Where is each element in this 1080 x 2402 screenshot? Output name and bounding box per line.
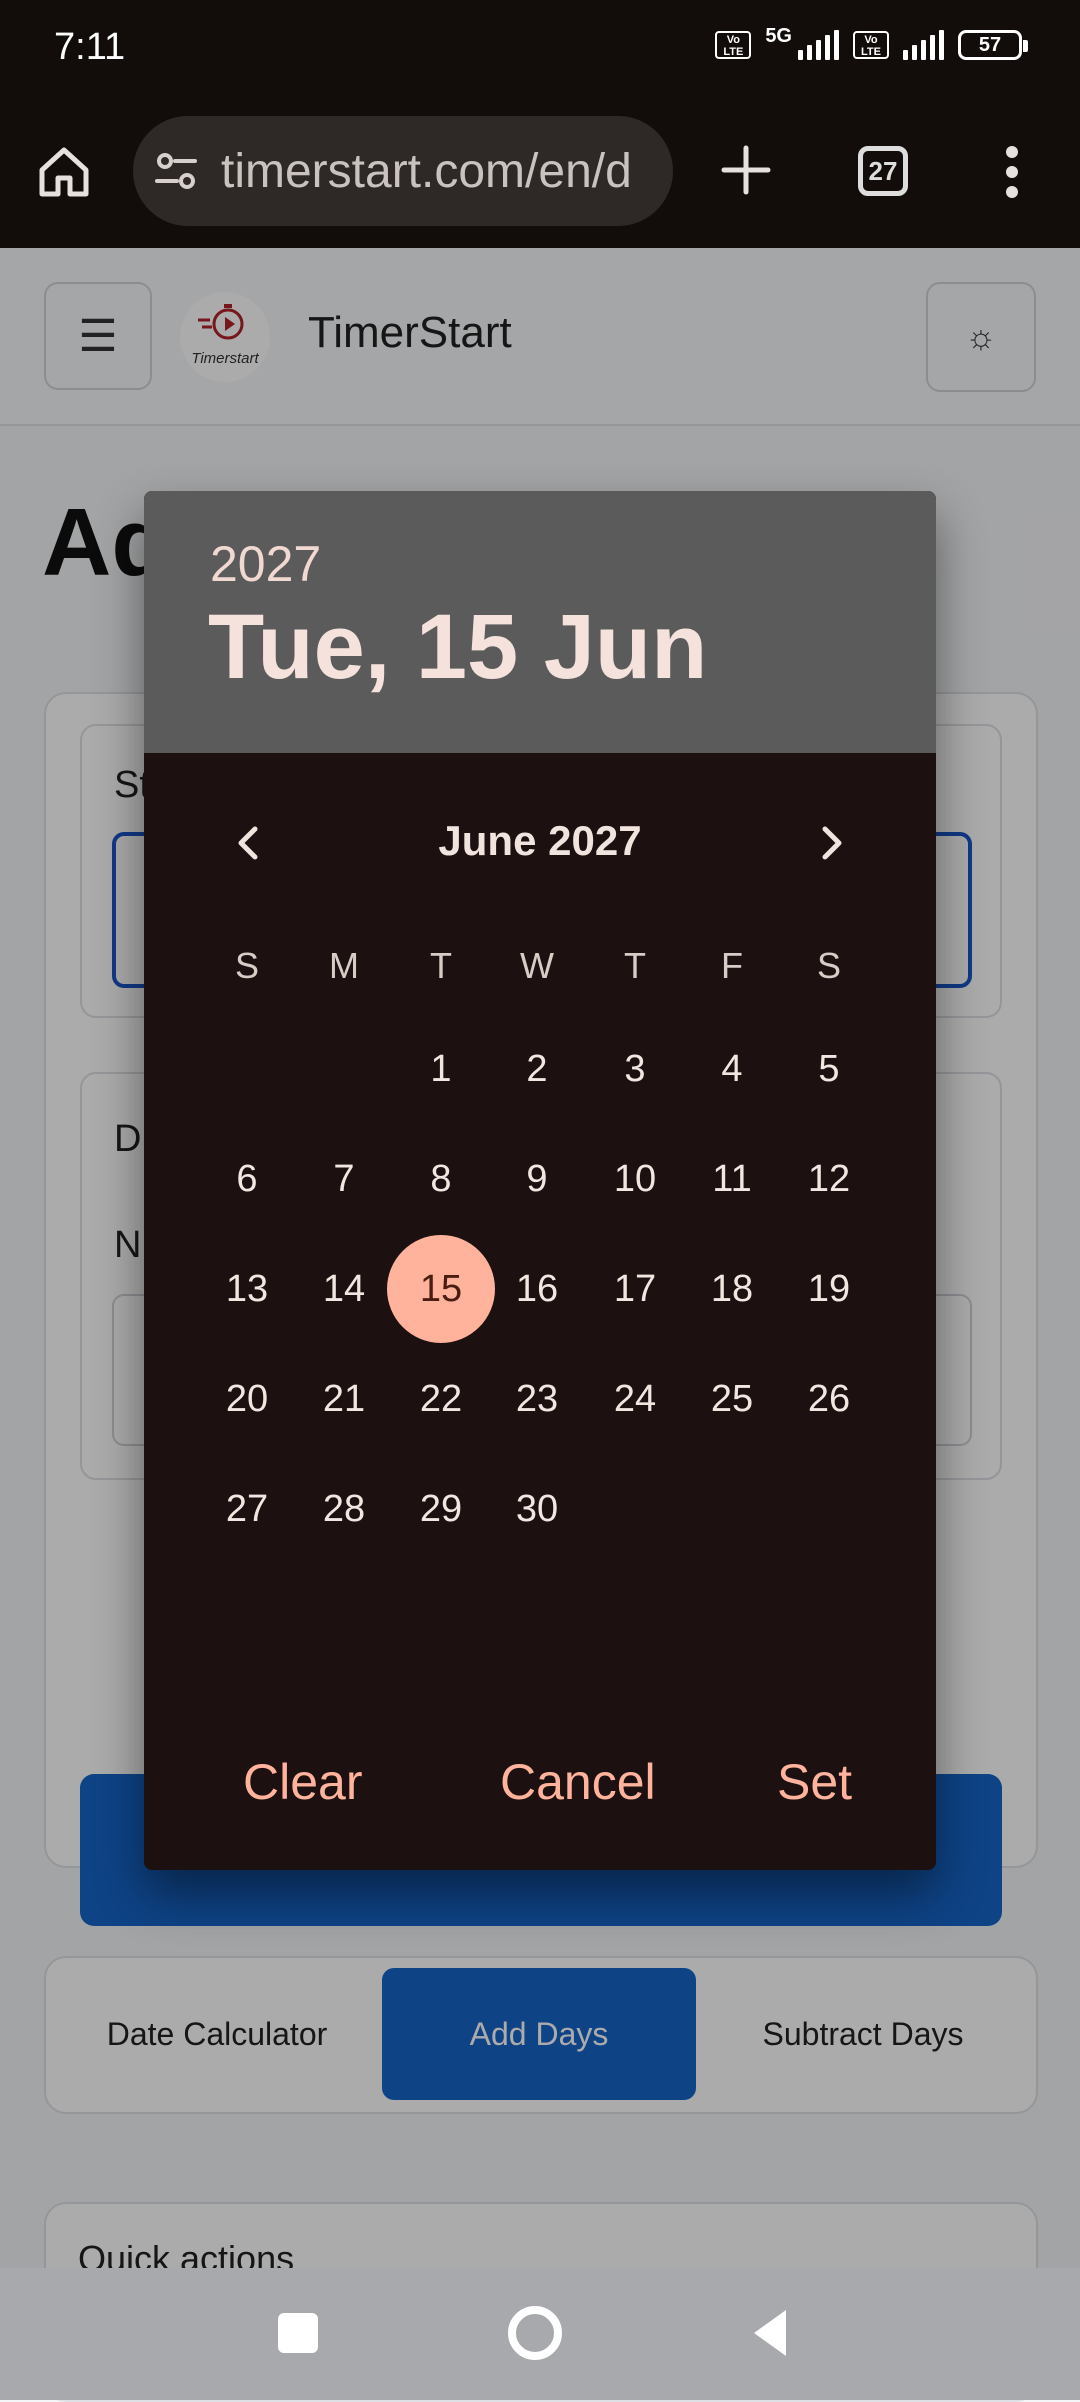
new-tab-icon[interactable] — [716, 140, 776, 200]
calendar-day[interactable]: 30 — [483, 1455, 591, 1563]
network-type: 5G — [765, 24, 792, 47]
calendar-day[interactable]: 6 — [193, 1125, 301, 1233]
calendar-day-selected[interactable]: 15 — [387, 1235, 495, 1343]
selected-year[interactable]: 2027 — [210, 535, 321, 593]
weekday-label: S — [234, 945, 259, 986]
calendar-day[interactable]: 29 — [387, 1455, 495, 1563]
status-bar: 7:11 Vo LTE 5G Vo LTE 57 — [0, 0, 1080, 100]
weekday-label: S — [816, 945, 841, 986]
volte-icon: Vo LTE — [715, 31, 752, 59]
calendar-day[interactable]: 3 — [581, 1015, 689, 1123]
address-bar[interactable]: timerstart.com/en/d — [133, 116, 673, 226]
weekday-label: W — [520, 945, 554, 986]
selected-date: Tue, 15 Jun — [208, 596, 708, 698]
recent-apps-icon[interactable] — [278, 2313, 318, 2353]
signal-icon — [798, 30, 839, 60]
calendar-day[interactable]: 17 — [581, 1235, 689, 1343]
calendar-day[interactable]: 21 — [290, 1345, 398, 1453]
url-text: timerstart.com/en/d — [221, 144, 632, 198]
calendar-day[interactable]: 18 — [678, 1235, 786, 1343]
calendar-day[interactable]: 4 — [678, 1015, 786, 1123]
calendar-day[interactable]: 12 — [775, 1125, 883, 1233]
calendar-day[interactable]: 8 — [387, 1125, 495, 1233]
calendar-body: June 2027 SMTWTFS 1 2 3 4 5 6 7 8 9 10 11 12 13 14 15 1… — [144, 753, 936, 1870]
battery-icon: 57 — [958, 30, 1028, 60]
weekday-label: F — [721, 945, 743, 986]
calendar-day[interactable]: 16 — [483, 1235, 591, 1343]
calendar-day[interactable]: 27 — [193, 1455, 301, 1563]
tab-switcher-button[interactable]: 27 — [858, 146, 908, 196]
calendar-day[interactable]: 13 — [193, 1235, 301, 1343]
date-picker-header: 2027 Tue, 15 Jun — [144, 491, 936, 753]
calendar-day[interactable]: 14 — [290, 1235, 398, 1343]
battery-level: 57 — [978, 33, 1002, 56]
chevron-right-icon — [822, 826, 842, 860]
calendar-day[interactable]: 28 — [290, 1455, 398, 1563]
calendar-day[interactable]: 11 — [678, 1125, 786, 1233]
calendar-day[interactable]: 10 — [581, 1125, 689, 1233]
signal-icon-2 — [903, 30, 944, 60]
weekday-label: M — [329, 945, 359, 986]
status-time: 7:11 — [54, 26, 126, 68]
more-options-icon[interactable] — [1004, 146, 1020, 198]
calendar-day[interactable]: 1 — [387, 1015, 495, 1123]
calendar-day[interactable]: 24 — [581, 1345, 689, 1453]
set-button[interactable]: Set — [777, 1753, 852, 1811]
browser-toolbar: timerstart.com/en/d 27 — [0, 100, 1080, 248]
calendar-day[interactable]: 2 — [483, 1015, 591, 1123]
status-icons: Vo LTE 5G Vo LTE 57 — [715, 25, 1028, 60]
calendar-day[interactable]: 22 — [387, 1345, 495, 1453]
next-month-button[interactable] — [802, 813, 862, 873]
calendar-day[interactable]: 7 — [290, 1125, 398, 1233]
home-icon[interactable] — [508, 2306, 562, 2360]
calendar-day[interactable]: 25 — [678, 1345, 786, 1453]
calendar-day[interactable]: 26 — [775, 1345, 883, 1453]
site-settings-icon[interactable] — [153, 148, 199, 194]
weekday-label: T — [430, 945, 452, 986]
home-icon[interactable] — [34, 142, 94, 202]
weekday-label: T — [624, 945, 646, 986]
calendar-day[interactable]: 19 — [775, 1235, 883, 1343]
calendar-day[interactable]: 20 — [193, 1345, 301, 1453]
calendar-day[interactable]: 23 — [483, 1345, 591, 1453]
clear-button[interactable]: Clear — [243, 1753, 362, 1811]
calendar-day[interactable]: 9 — [483, 1125, 591, 1233]
cancel-button[interactable]: Cancel — [500, 1753, 656, 1811]
calendar-day[interactable]: 5 — [775, 1015, 883, 1123]
volte-icon-2: Vo LTE — [853, 31, 889, 59]
back-icon[interactable] — [750, 2308, 790, 2358]
system-nav-bar — [0, 2268, 1080, 2400]
date-picker-dialog: 2027 Tue, 15 Jun June 2027 SMTWTFS 12345… — [144, 491, 936, 1870]
